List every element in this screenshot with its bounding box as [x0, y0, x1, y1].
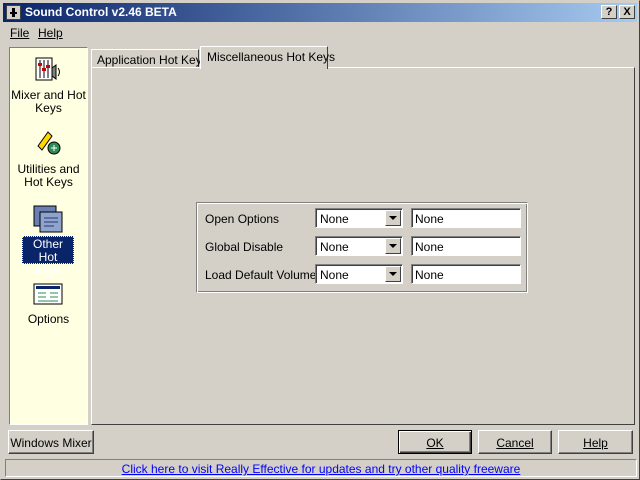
sidebar-item-utilities-label-2: Hot Keys	[24, 175, 73, 189]
chevron-down-icon[interactable]	[385, 238, 401, 254]
app-icon[interactable]	[6, 5, 21, 20]
chevron-down-icon[interactable]	[385, 210, 401, 226]
mixer-icon	[35, 57, 60, 81]
ok-button-label: OK	[426, 436, 444, 450]
other-hotkeys-icon	[33, 205, 63, 233]
row-label-load-default-volumes: Load Default Volumes	[205, 268, 323, 282]
open-options-field[interactable]: None	[411, 208, 521, 228]
sidebar-item-options-label: Options	[27, 312, 70, 326]
row-label-global-disable: Global Disable	[205, 240, 284, 254]
sidebar-item-other-hotkeys-label: Other Hot Keys	[22, 236, 74, 277]
sidebar-item-mixer[interactable]: Mixer and Hot Keys	[10, 52, 87, 120]
open-options-combo[interactable]: None	[315, 208, 403, 228]
cancel-button[interactable]: Cancel	[478, 430, 552, 454]
tab-panel: Open Options None None Global Disable No…	[91, 67, 635, 425]
help-button-label: Help	[583, 436, 608, 450]
help-button[interactable]: Help	[558, 430, 633, 454]
sidebar-item-other-hotkeys-label-2: Keys	[34, 263, 62, 277]
menu-bar: File Help	[3, 24, 637, 42]
hotkeys-group: Open Options None None Global Disable No…	[196, 202, 528, 293]
sidebar-item-utilities[interactable]: Utilities and Hot Keys	[10, 126, 87, 194]
help-title-button[interactable]: ?	[601, 5, 617, 19]
sidebar-item-options[interactable]: Options	[10, 278, 87, 328]
row-label-open-options: Open Options	[205, 212, 280, 226]
window-title: Sound Control v2.46 BETA	[25, 5, 177, 19]
close-button[interactable]: X	[619, 5, 635, 19]
sidebar-item-other-hotkeys[interactable]: Other Hot Keys	[10, 200, 87, 277]
load-default-volumes-combo[interactable]: None	[315, 264, 403, 284]
open-options-combo-value: None	[320, 212, 349, 226]
options-icon	[33, 283, 63, 305]
menu-file[interactable]: File	[10, 26, 29, 40]
menu-help[interactable]: Help	[38, 26, 63, 40]
load-default-volumes-field[interactable]: None	[411, 264, 521, 284]
website-link[interactable]: Click here to visit Really Effective for…	[122, 462, 521, 476]
global-disable-combo-value: None	[320, 240, 349, 254]
sidebar: Mixer and Hot Keys Utilities and Hot Key…	[9, 47, 88, 425]
load-default-volumes-combo-value: None	[320, 268, 349, 282]
chevron-down-icon[interactable]	[385, 266, 401, 282]
cancel-button-label: Cancel	[496, 436, 534, 450]
global-disable-field[interactable]: None	[411, 236, 521, 256]
sidebar-item-mixer-label-2: Keys	[35, 101, 62, 115]
ok-button[interactable]: OK	[398, 430, 472, 454]
windows-mixer-button[interactable]: Windows Mixer	[8, 430, 94, 454]
status-bar: Click here to visit Really Effective for…	[5, 459, 637, 477]
sidebar-item-other-hotkeys-label-1: Other Hot	[32, 237, 63, 264]
utilities-icon	[37, 131, 61, 155]
main-window: Sound Control v2.46 BETA ? X File Help M…	[0, 0, 640, 480]
tab-miscellaneous-hot-keys[interactable]: Miscellaneous Hot Keys	[200, 46, 335, 69]
menu-help-label: Help	[38, 26, 63, 40]
title-bar[interactable]: Sound Control v2.46 BETA ? X	[3, 3, 637, 22]
menu-file-label: File	[10, 26, 30, 40]
global-disable-combo[interactable]: None	[315, 236, 403, 256]
tab-application-hot-keys[interactable]: Application Hot Keys	[91, 49, 208, 68]
